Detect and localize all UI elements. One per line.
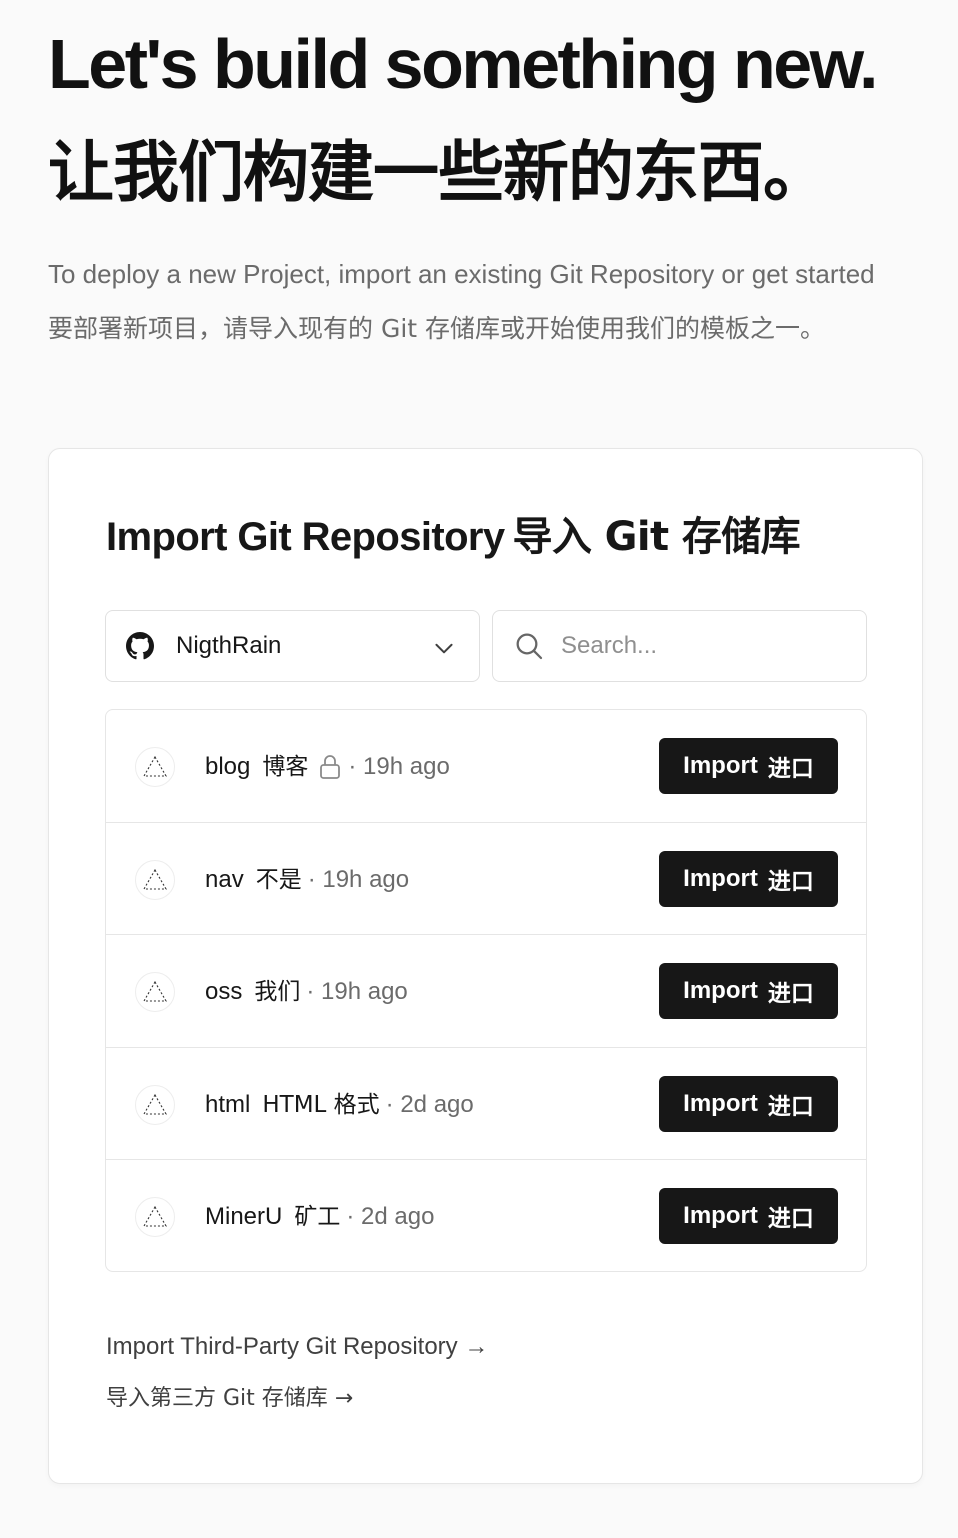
repo-name: MinerU — [205, 1203, 283, 1230]
page: Let's build something new. 让我们构建一些新的东西。 … — [0, 0, 958, 1538]
repo-updated-time: · 19h ago — [348, 753, 450, 780]
repo-name: html — [205, 1090, 251, 1118]
repo-list: blog 博客 · 19h ago Import 进口 nav 不是 · 19h … — [105, 709, 867, 1272]
git-owner-name: NigthRain — [176, 632, 282, 659]
search-icon — [516, 633, 543, 660]
import-button-label-cn: 进口 — [767, 756, 814, 782]
repo-name: oss — [205, 978, 243, 1005]
page-title-cn: 让我们构建一些新的东西。 — [48, 134, 829, 211]
page-title: Let's build something new. — [48, 25, 878, 103]
page-subtitle-cn: 要部署新项目，请导入现有的 Git 存储库或开始使用我们的模板之一。 — [48, 314, 826, 343]
repo-avatar — [135, 972, 175, 1012]
vercel-triangle-icon — [143, 980, 167, 1002]
repo-info: oss 我们 · 19h ago — [205, 975, 408, 1009]
vercel-triangle-icon — [143, 1093, 167, 1115]
import-button-label-cn: 进口 — [767, 981, 814, 1007]
import-button[interactable]: Import 进口 — [659, 1188, 838, 1244]
repo-updated-time: · 2d ago — [385, 1090, 474, 1118]
import-button[interactable]: Import 进口 — [659, 850, 838, 907]
repo-row: html HTML 格式 · 2d ago Import 进口 — [106, 1048, 866, 1160]
repo-updated-time: · 19h ago — [307, 865, 410, 893]
import-button-label-cn: 进口 — [767, 868, 814, 895]
import-button[interactable]: Import 进口 — [659, 738, 838, 794]
import-button[interactable]: Import 进口 — [659, 1075, 838, 1132]
import-button[interactable]: Import 进口 — [659, 963, 838, 1019]
import-button-label: Import — [683, 752, 758, 779]
vercel-triangle-icon — [143, 1205, 167, 1227]
repo-info: nav 不是 · 19h ago — [205, 863, 409, 897]
import-button-label: Import — [683, 864, 758, 892]
github-icon — [126, 632, 154, 660]
repo-row: nav 不是 · 19h ago Import 进口 — [106, 823, 866, 935]
repo-avatar — [135, 1197, 175, 1237]
import-button-label-cn: 进口 — [767, 1093, 814, 1120]
card-title-cn: 导入 Git 存储库 — [512, 514, 801, 560]
chevron-down-icon — [435, 643, 453, 654]
import-button-label-cn: 进口 — [767, 1206, 814, 1232]
repo-row: oss 我们 · 19h ago Import 进口 — [106, 935, 866, 1048]
repo-row: blog 博客 · 19h ago Import 进口 — [106, 710, 866, 823]
repo-updated-time: · 2d ago — [346, 1203, 435, 1230]
repo-description: 我们 — [254, 979, 301, 1005]
vercel-triangle-icon — [143, 755, 167, 777]
repo-info: html HTML 格式 · 2d ago — [205, 1088, 474, 1122]
repo-description: 博客 — [262, 754, 309, 780]
repo-avatar — [135, 1084, 175, 1125]
import-third-party-link-cn[interactable]: 导入第三方 Git 存储库 → — [106, 1383, 353, 1415]
repo-search[interactable] — [492, 610, 867, 682]
card-title: Import Git Repository 导入 Git 存储库 — [106, 511, 801, 563]
repo-row: MinerU 矿工 · 2d ago Import 进口 — [106, 1160, 866, 1271]
import-third-party-link[interactable]: Import Third-Party Git Repository → — [106, 1331, 488, 1363]
repo-description: 矿工 — [294, 1204, 341, 1230]
repo-updated-time: · 19h ago — [306, 978, 408, 1005]
repo-name: blog — [205, 753, 251, 780]
repo-description: 不是 — [255, 866, 302, 893]
search-input[interactable] — [561, 632, 841, 660]
repo-name: nav — [205, 865, 244, 893]
lock-icon — [320, 755, 341, 779]
repo-description: HTML 格式 — [262, 1091, 380, 1118]
import-git-card: Import Git Repository 导入 Git 存储库 NigthRai… — [48, 448, 923, 1484]
import-button-label: Import — [683, 977, 758, 1004]
page-subtitle: To deploy a new Project, import an exist… — [48, 259, 875, 289]
repo-avatar — [135, 859, 175, 900]
git-owner-select[interactable]: NigthRain — [105, 610, 480, 682]
repo-info: MinerU 矿工 · 2d ago — [205, 1200, 434, 1234]
repo-info: blog 博客 · 19h ago — [205, 750, 450, 784]
vercel-triangle-icon — [143, 868, 167, 890]
import-button-label: Import — [683, 1202, 758, 1229]
import-button-label: Import — [683, 1089, 758, 1117]
card-title-en: Import Git Repository — [106, 515, 505, 559]
repo-avatar — [135, 747, 175, 787]
